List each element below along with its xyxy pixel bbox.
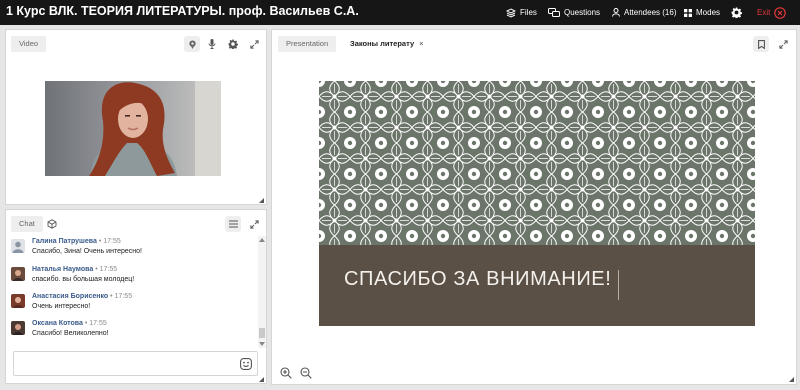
questions-icon [548,7,560,17]
message-author: Оксана Котова • 17:55 [32,320,107,327]
scroll-thumb[interactable] [259,328,265,338]
attendees-button[interactable]: Attendees (16) [612,6,676,19]
message-text: Спасибо, Зина! Очень интересно! [32,248,142,255]
webcam-video [45,81,221,176]
message-text: спасибо. вы большая молодец! [32,276,135,283]
message-time: • 17:55 [84,320,107,327]
chat-expand-button[interactable] [246,216,262,232]
message-time: • 17:55 [98,238,121,245]
menu-icon [228,220,238,228]
avatar [11,267,25,281]
zoom-out-icon [300,367,312,379]
scroll-down-icon[interactable] [259,342,265,346]
avatar [11,321,25,335]
presentation-slide: СПАСИБО ЗА ВНИМАНИЕ! [319,81,755,326]
chat-scrollbar[interactable] [258,236,266,348]
chat-message: Оксана Котова • 17:55 Спасибо! Великолеп… [8,319,256,345]
modes-button[interactable]: Modes [684,6,720,19]
files-button[interactable]: Files [506,6,537,19]
chat-message: Галина Патрушева • 17:55 Спасибо, Зина! … [8,237,256,263]
chat-message-input[interactable] [13,351,258,376]
expand-icon [778,39,788,49]
modes-label: Modes [696,8,721,17]
chat-menu-button[interactable] [225,216,241,232]
session-title: 1 Курс ВЛК. ТЕОРИЯ ЛИТЕРАТУРЫ. проф. Вас… [6,4,359,18]
avatar [11,294,25,308]
chat-tab[interactable]: Chat [11,216,43,232]
emoji-button[interactable] [238,356,254,372]
bookmark-icon [757,39,765,49]
message-text: Очень интересно! [32,303,91,310]
slide-text-cursor [618,270,619,300]
slide-title: СПАСИБО ЗА ВНИМАНИЕ! [344,268,612,290]
bookmark-button[interactable] [753,36,769,52]
attendees-label: Attendees (16) [624,8,677,17]
chat-message: Анастасия Борисенко • 17:55 Очень интере… [8,292,256,318]
chat-3d-button[interactable] [44,216,60,232]
chat-resize-handle[interactable] [259,377,264,382]
expand-icon [249,219,259,229]
message-time: • 17:55 [110,293,133,300]
video-tab[interactable]: Video [11,36,47,52]
message-time: • 17:55 [95,266,118,273]
message-author: Анастасия Борисенко • 17:55 [32,293,133,300]
message-author: Галина Патрушева • 17:55 [32,238,121,245]
video-expand-button[interactable] [246,36,262,52]
pin-button[interactable] [184,36,200,52]
close-tab-icon[interactable]: × [419,39,423,48]
video-resize-handle[interactable] [259,198,264,203]
presentation-expand-button[interactable] [775,36,791,52]
mic-button[interactable] [204,36,220,52]
top-bar: 1 Курс ВЛК. ТЕОРИЯ ЛИТЕРАТУРЫ. проф. Вас… [0,0,800,25]
zoom-out-button[interactable] [298,365,314,381]
tab-presentation[interactable]: Presentation [278,36,337,52]
settings-icon [731,7,742,18]
slide-pattern [319,81,755,245]
questions-button[interactable]: Questions [548,6,600,19]
zoom-in-button[interactable] [278,365,294,381]
video-settings-button[interactable] [225,36,241,52]
presentation-resize-handle[interactable] [789,377,794,382]
exit-button[interactable]: Exit [757,6,787,19]
message-text: Спасибо! Великолепно! [32,330,109,337]
files-icon [506,7,516,18]
attendees-icon [612,8,620,17]
exit-icon [774,6,787,19]
mic-icon [208,39,216,49]
cube-icon [47,219,57,229]
modes-icon [684,8,692,17]
settings-button[interactable] [731,6,742,19]
files-label: Files [520,8,537,17]
tab-document[interactable]: Законы литерату × [342,36,432,52]
expand-icon [249,39,259,49]
tab-document-label: Законы литерату [350,39,415,48]
pin-icon [188,39,196,49]
message-author: Наталья Наумова • 17:55 [32,266,118,273]
zoom-in-icon [280,367,292,379]
scroll-up-icon[interactable] [259,238,265,242]
avatar [11,239,25,253]
emoji-icon [240,358,252,370]
speaker-video-image [45,81,221,176]
exit-label: Exit [757,8,771,17]
gear-icon [228,39,238,49]
questions-label: Questions [564,8,601,17]
chat-message: Наталья Наумова • 17:55 спасибо. вы боль… [8,265,256,291]
